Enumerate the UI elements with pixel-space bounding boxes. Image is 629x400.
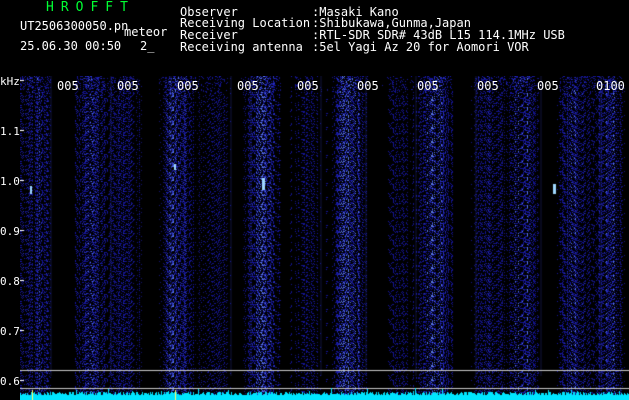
hrofft-logo: HROFFT (46, 0, 135, 15)
y-tick-label: 0.7 (0, 325, 20, 338)
x-tick-label: 005 (57, 79, 79, 93)
y-tick-label: 0.6 (0, 375, 20, 388)
meteor-label: meteor (124, 25, 168, 39)
x-tick-label: 005 (237, 79, 259, 93)
antenna-value: :5el Yagi Az 20 for Aomori VOR (312, 40, 529, 54)
y-axis-unit: kHz (0, 75, 20, 88)
header-panel: HROFFT UT2506300050.pn meteor 25.06.30 0… (0, 0, 629, 75)
x-tick-label: 005 (297, 79, 319, 93)
y-tick-label: 0.9 (0, 225, 20, 238)
x-tick-label: 005 (117, 79, 139, 93)
x-tick-label: 005 (357, 79, 379, 93)
y-tick-label: 0.8 (0, 275, 20, 288)
x-tick-label: 0100 (596, 79, 625, 93)
spectrogram-canvas (20, 76, 629, 400)
x-tick-label: 005 (477, 79, 499, 93)
x-tick-label: 005 (417, 79, 439, 93)
x-tick-label: 005 (177, 79, 199, 93)
meteor-count: 2_ (140, 39, 155, 53)
y-tick-label: 1.0 (0, 175, 20, 188)
datetime-label: 25.06.30 00:50 (20, 39, 122, 53)
filename-label: UT2506300050.pn (20, 19, 129, 33)
y-tick-label: 1.1 (0, 125, 20, 138)
antenna-label: Receiving antenna (180, 40, 303, 54)
x-tick-label: 005 (537, 79, 559, 93)
